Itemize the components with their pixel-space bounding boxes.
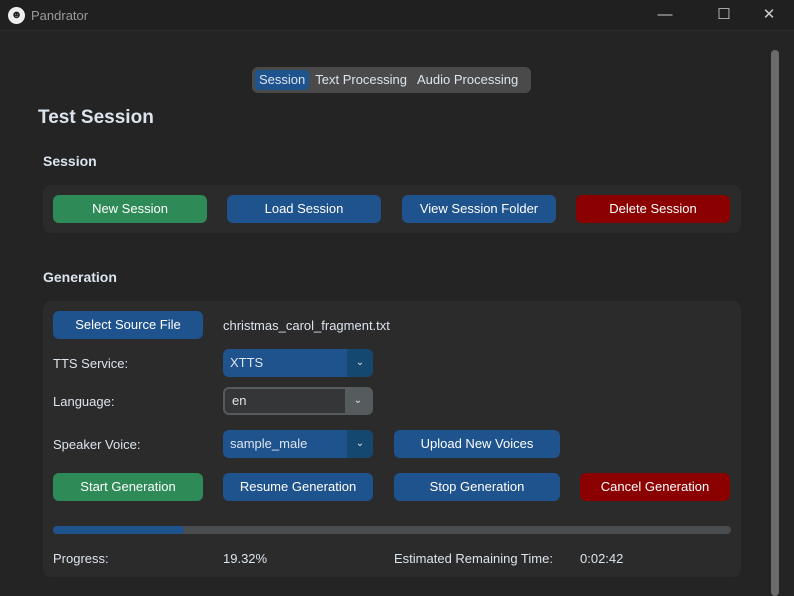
maximize-button[interactable]: ☐: [709, 4, 739, 26]
app-logo-icon: ☻: [8, 7, 25, 24]
progress-label: Progress:: [53, 551, 109, 566]
upload-new-voices-button[interactable]: Upload New Voices: [394, 430, 560, 458]
language-label: Language:: [53, 394, 115, 409]
select-source-file-button[interactable]: Select Source File: [53, 311, 203, 339]
speaker-voice-dropdown[interactable]: sample_male ⌄: [223, 430, 373, 458]
stop-generation-button[interactable]: Stop Generation: [394, 473, 560, 501]
session-heading: Session: [43, 153, 97, 169]
eta-value: 0:02:42: [580, 551, 624, 566]
tts-service-label: TTS Service:: [53, 356, 129, 371]
eta-label: Estimated Remaining Time:: [394, 551, 553, 566]
tab-bar: Session Text Processing Audio Processing: [252, 67, 531, 93]
close-button[interactable]: ✕: [754, 4, 784, 26]
generation-heading: Generation: [43, 269, 117, 285]
tts-service-dropdown[interactable]: XTTS ⌄: [223, 349, 373, 377]
progress-value: 19.32%: [223, 551, 268, 566]
speaker-voice-value: sample_male: [230, 436, 308, 451]
cancel-generation-button[interactable]: Cancel Generation: [580, 473, 730, 501]
speaker-voice-label: Speaker Voice:: [53, 437, 141, 452]
source-file-name: christmas_carol_fragment.txt: [223, 318, 390, 333]
new-session-button[interactable]: New Session: [53, 195, 207, 223]
chevron-down-icon[interactable]: ⌄: [345, 389, 371, 413]
title-bar: ☻ Pandrator — ☐ ✕: [0, 0, 794, 31]
progress-bar-fill: [53, 526, 184, 534]
load-session-button[interactable]: Load Session: [227, 195, 381, 223]
chevron-down-icon[interactable]: ⌄: [347, 349, 373, 377]
start-generation-button[interactable]: Start Generation: [53, 473, 203, 501]
language-combobox[interactable]: en ⌄: [223, 387, 373, 415]
progress-bar: [53, 526, 731, 534]
delete-session-button[interactable]: Delete Session: [576, 195, 730, 223]
generation-frame: Select Source File christmas_carol_fragm…: [43, 301, 741, 577]
minimize-button[interactable]: —: [650, 4, 680, 26]
tts-service-value: XTTS: [230, 355, 264, 370]
scrollbar[interactable]: [771, 50, 779, 596]
tab-text-processing[interactable]: Text Processing: [311, 70, 411, 90]
view-session-folder-button[interactable]: View Session Folder: [402, 195, 556, 223]
window-title: Pandrator: [31, 8, 89, 23]
session-title: Test Session: [38, 107, 154, 128]
tab-session[interactable]: Session: [255, 70, 310, 90]
tab-audio-processing[interactable]: Audio Processing: [413, 70, 522, 90]
chevron-down-icon[interactable]: ⌄: [347, 430, 373, 458]
resume-generation-button[interactable]: Resume Generation: [223, 473, 373, 501]
session-frame: New Session Load Session View Session Fo…: [43, 185, 741, 233]
language-value[interactable]: en: [225, 389, 345, 413]
